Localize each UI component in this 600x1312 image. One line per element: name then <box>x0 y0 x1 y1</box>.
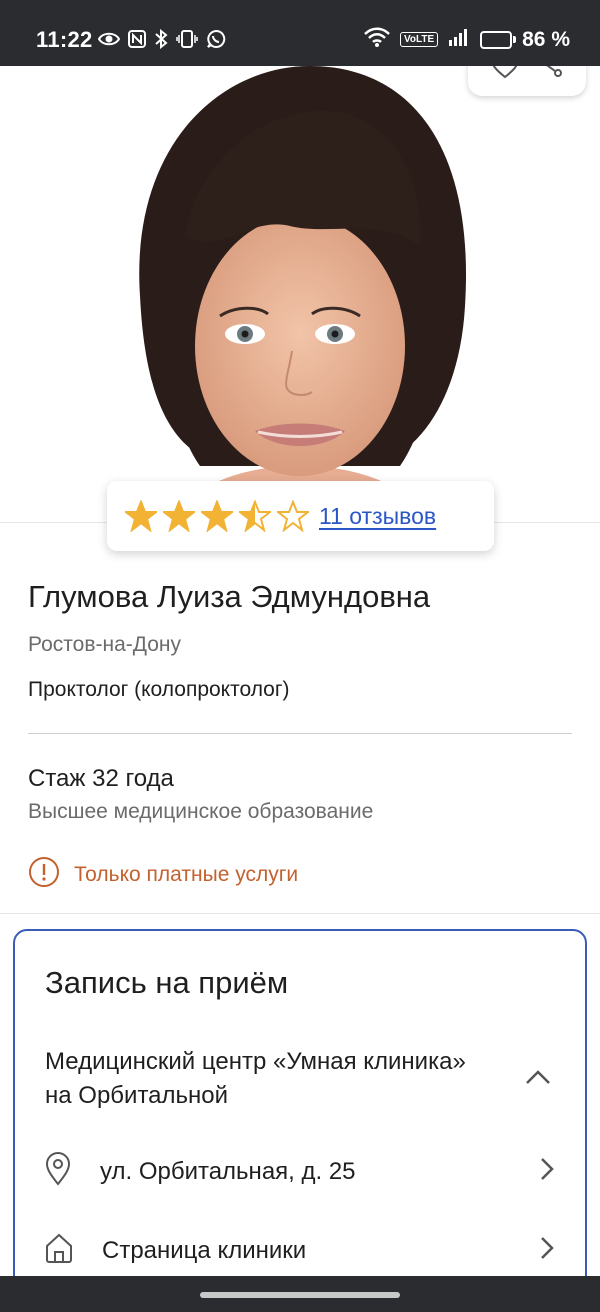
info-icon <box>28 856 60 893</box>
address-text: ул. Орбитальная, д. 25 <box>100 1157 356 1185</box>
star-icon <box>201 500 233 532</box>
eye-icon <box>97 31 121 52</box>
star-icon <box>239 500 271 532</box>
heart-icon[interactable] <box>491 66 519 84</box>
status-bar: 11:22 VoLTE 86 % <box>0 0 600 66</box>
wifi-icon <box>364 27 390 52</box>
star-icon <box>125 500 157 532</box>
chevron-up-icon[interactable] <box>525 1069 551 1090</box>
doctor-photo <box>0 66 600 522</box>
status-left-icons <box>97 28 226 54</box>
bluetooth-icon <box>154 28 168 54</box>
doctor-city: Ростов-на-Дону <box>28 633 181 656</box>
location-pin-icon <box>44 1152 72 1191</box>
share-icon[interactable] <box>537 66 563 84</box>
volte-badge: VoLTE <box>399 32 439 47</box>
chevron-right-icon <box>540 1157 554 1186</box>
clinic-name[interactable]: Медицинский центр «Умная клиника» на Орб… <box>45 1045 485 1113</box>
home-icon <box>44 1232 74 1269</box>
clinic-page-row[interactable]: Страница клиники <box>44 1232 554 1269</box>
doctor-name: Глумова Луиза Эдмундовна <box>28 579 431 614</box>
reviews-link[interactable]: 11 отзывов <box>319 503 436 530</box>
divider <box>28 733 572 734</box>
rating-pill: 11 отзывов <box>107 481 494 551</box>
doctor-portrait-image <box>139 66 467 522</box>
status-right-icons: VoLTE 86 % <box>364 27 570 52</box>
doctor-info-card: Глумова Луиза Эдмундовна Ростов-на-Дону … <box>0 522 600 914</box>
star-icon <box>277 500 309 532</box>
clinic-page-text: Страница клиники <box>102 1236 307 1264</box>
address-row[interactable]: ул. Орбитальная, д. 25 <box>44 1152 554 1191</box>
status-time: 11:22 <box>36 27 93 52</box>
whatsapp-icon <box>206 29 226 54</box>
navigation-bar <box>0 1276 600 1312</box>
rating-stars <box>125 500 309 532</box>
doctor-experience: Стаж 32 года <box>28 765 174 792</box>
doctor-specialty: Проктолог (колопроктолог) <box>28 678 290 701</box>
signal-icon <box>448 28 470 51</box>
battery-percent: 86 % <box>522 27 570 51</box>
vibrate-icon <box>176 30 198 53</box>
chevron-right-icon <box>540 1236 554 1265</box>
doctor-education: Высшее медицинское образование <box>28 800 374 823</box>
battery-icon: 86 % <box>480 28 570 52</box>
nfc-icon <box>128 30 146 53</box>
booking-title: Запись на приём <box>45 965 289 1000</box>
paid-services-notice: Только платные услуги <box>28 856 298 893</box>
action-pill <box>468 66 586 96</box>
home-indicator[interactable] <box>200 1292 400 1298</box>
star-icon <box>163 500 195 532</box>
paid-services-text: Только платные услуги <box>74 862 299 886</box>
